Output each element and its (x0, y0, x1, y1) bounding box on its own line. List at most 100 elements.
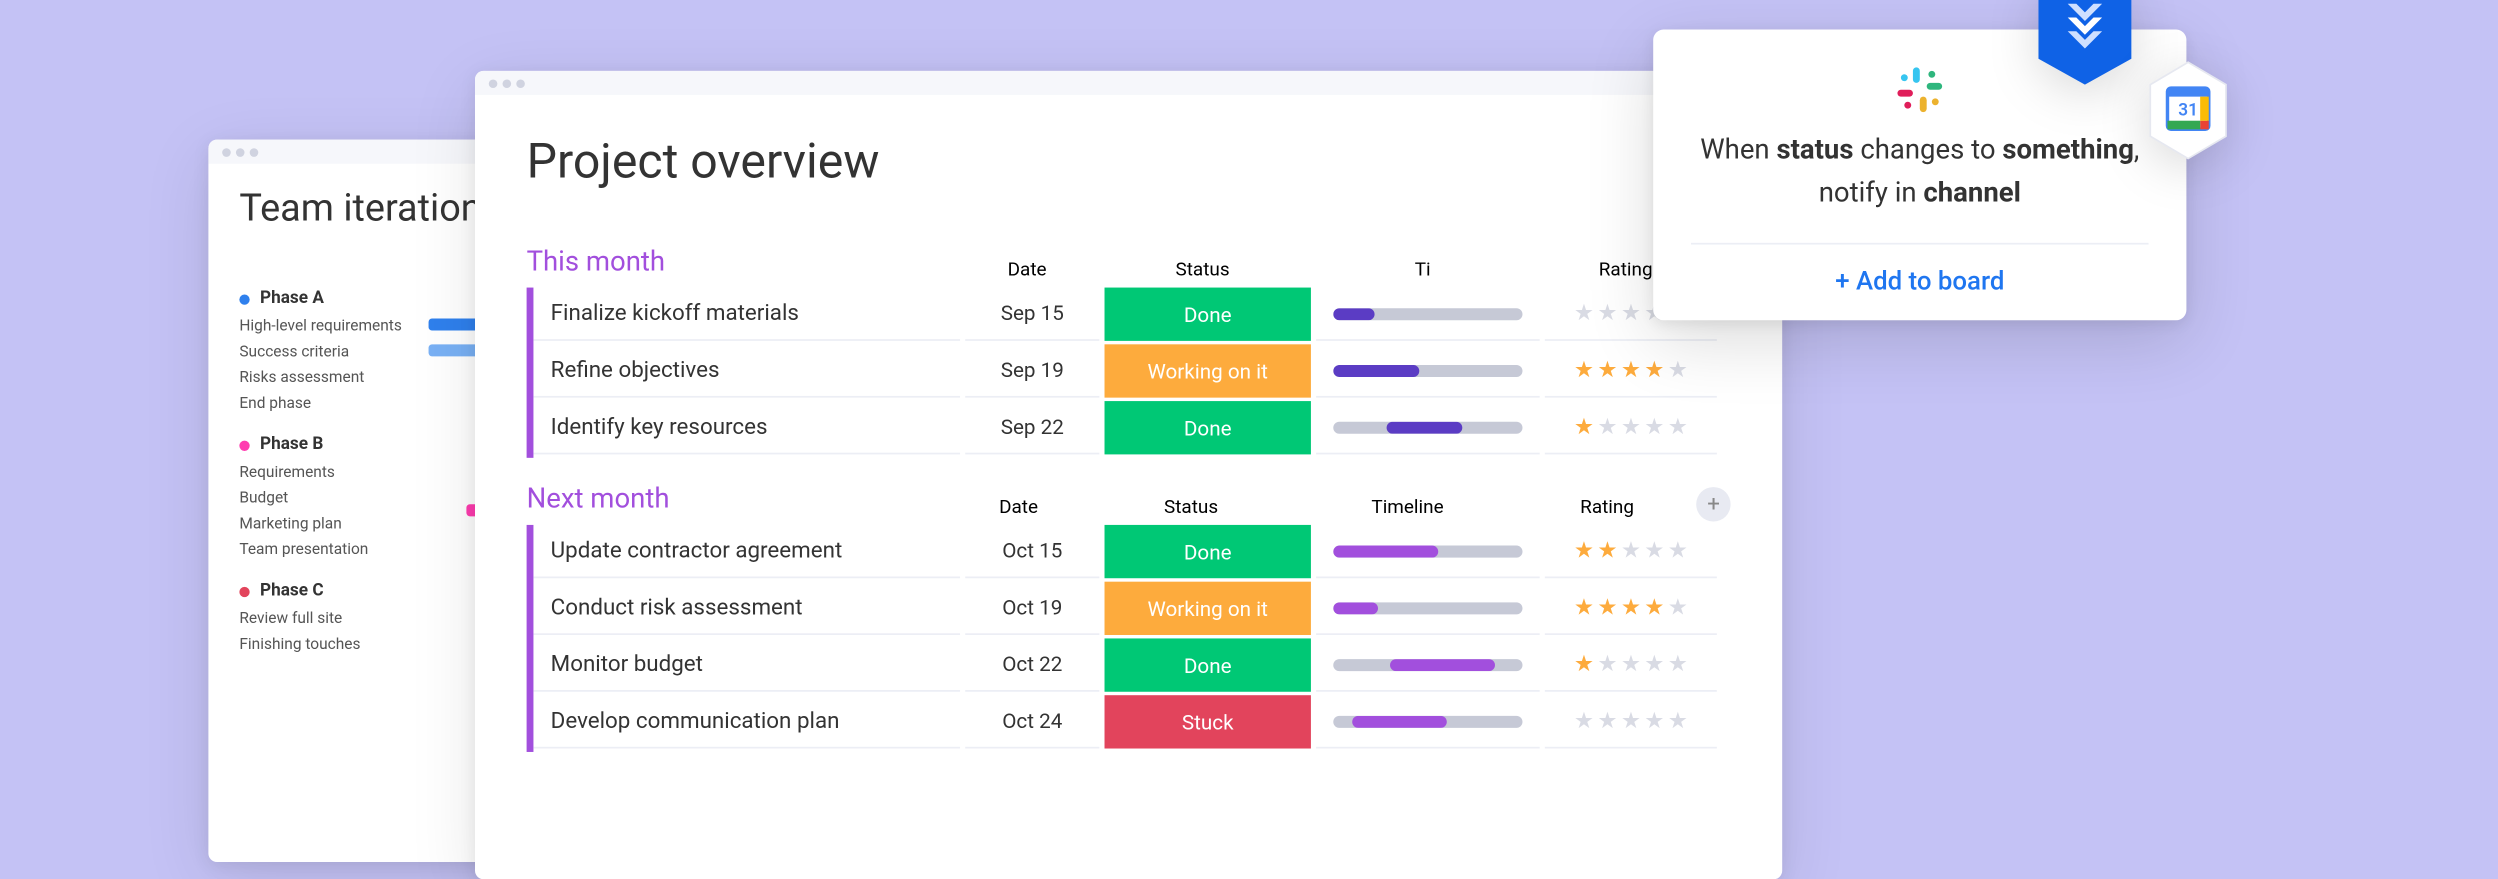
star-icon[interactable]: ★ (1621, 357, 1641, 383)
star-icon[interactable]: ★ (1597, 357, 1617, 383)
star-icon[interactable]: ★ (1644, 538, 1664, 564)
column-header-timeline[interactable]: Timeline (1298, 496, 1518, 525)
gantt-task-item[interactable]: Budget (239, 487, 428, 513)
timeline-cell[interactable] (1316, 638, 1540, 691)
column-header-status[interactable]: Status (1099, 258, 1305, 287)
star-icon[interactable]: ★ (1668, 651, 1688, 677)
star-icon[interactable]: ★ (1644, 595, 1664, 621)
gantt-task-item[interactable]: Risks assessment (239, 367, 428, 393)
star-icon[interactable]: ★ (1668, 595, 1688, 621)
timeline-cell[interactable] (1316, 525, 1540, 578)
gantt-phase-header[interactable]: Phase B (239, 435, 428, 454)
add-to-board-button[interactable]: + Add to board (1691, 242, 2149, 295)
task-name-cell[interactable]: Conduct risk assessment (533, 582, 960, 635)
status-cell[interactable]: Working on it (1105, 344, 1311, 397)
star-icon[interactable]: ★ (1644, 357, 1664, 383)
date-cell[interactable]: Oct 22 (965, 638, 1099, 691)
date-cell[interactable]: Oct 19 (965, 582, 1099, 635)
star-icon[interactable]: ★ (1597, 708, 1617, 734)
column-header-date[interactable]: Date (960, 258, 1094, 287)
gantt-task-item[interactable]: High-level requirements (239, 315, 428, 341)
status-cell[interactable]: Done (1105, 525, 1311, 578)
task-name-cell[interactable]: Monitor budget (533, 638, 960, 691)
add-column-button[interactable]: + (1697, 487, 1731, 521)
star-icon[interactable]: ★ (1597, 300, 1617, 326)
task-name-cell[interactable]: Refine objectives (533, 344, 960, 397)
star-icon[interactable]: ★ (1574, 357, 1594, 383)
date-cell[interactable]: Oct 15 (965, 525, 1099, 578)
column-header-date[interactable]: Date (953, 496, 1085, 525)
date-cell[interactable]: Sep 15 (965, 288, 1099, 341)
column-header-status[interactable]: Status (1090, 496, 1293, 525)
star-icon[interactable]: ★ (1574, 538, 1594, 564)
star-icon[interactable]: ★ (1574, 414, 1594, 440)
table-row[interactable]: Update contractor agreementOct 15Done★★★… (533, 525, 1730, 582)
task-name-cell[interactable]: Update contractor agreement (533, 525, 960, 578)
star-icon[interactable]: ★ (1668, 357, 1688, 383)
table-row[interactable]: Conduct risk assessmentOct 19Working on … (533, 582, 1730, 639)
star-icon[interactable]: ★ (1621, 538, 1641, 564)
star-icon[interactable]: ★ (1597, 595, 1617, 621)
rating-cell[interactable]: ★★★★★ (1545, 344, 1717, 397)
status-cell[interactable]: Done (1105, 401, 1311, 454)
gantt-task-item[interactable]: Success criteria (239, 341, 428, 367)
star-icon[interactable]: ★ (1621, 300, 1641, 326)
task-name-cell[interactable]: Finalize kickoff materials (533, 288, 960, 341)
timeline-cell[interactable] (1316, 695, 1540, 748)
timeline-cell[interactable] (1316, 401, 1540, 454)
date-cell[interactable]: Sep 22 (965, 401, 1099, 454)
star-icon[interactable]: ★ (1621, 595, 1641, 621)
star-icon[interactable]: ★ (1597, 538, 1617, 564)
gantt-task-item[interactable]: Marketing plan (239, 513, 428, 539)
date-cell[interactable]: Oct 24 (965, 695, 1099, 748)
gantt-task-item[interactable]: Requirements (239, 461, 428, 487)
star-icon[interactable]: ★ (1574, 708, 1594, 734)
star-icon[interactable]: ★ (1574, 651, 1594, 677)
table-row[interactable]: Monitor budgetOct 22Done★★★★★ (533, 638, 1730, 695)
star-icon[interactable]: ★ (1621, 708, 1641, 734)
table-row[interactable]: Finalize kickoff materialsSep 15Done★★★★… (533, 288, 1730, 345)
timeline-cell[interactable] (1316, 288, 1540, 341)
gantt-task-item[interactable]: Review full site (239, 607, 428, 633)
gantt-task-item[interactable]: Team presentation (239, 539, 428, 565)
task-name-cell[interactable]: Identify key resources (533, 401, 960, 454)
table-row[interactable]: Refine objectivesSep 19Working on it★★★★… (533, 344, 1730, 401)
column-header-rating[interactable]: Rating (1523, 496, 1692, 525)
status-cell[interactable]: Stuck (1105, 695, 1311, 748)
star-icon[interactable]: ★ (1621, 651, 1641, 677)
status-cell[interactable]: Done (1105, 288, 1311, 341)
star-icon[interactable]: ★ (1668, 414, 1688, 440)
table-row[interactable]: Develop communication planOct 24Stuck★★★… (533, 695, 1730, 752)
date-cell[interactable]: Sep 19 (965, 344, 1099, 397)
star-icon[interactable]: ★ (1644, 708, 1664, 734)
star-icon[interactable]: ★ (1597, 414, 1617, 440)
rating-cell[interactable]: ★★★★★ (1545, 582, 1717, 635)
gantt-phase-header[interactable]: Phase C (239, 582, 428, 601)
section-title[interactable]: This month (527, 245, 960, 278)
star-icon[interactable]: ★ (1644, 651, 1664, 677)
gantt-task-item[interactable]: End phase (239, 392, 428, 418)
star-icon[interactable]: ★ (1574, 300, 1594, 326)
star-icon[interactable]: ★ (1668, 708, 1688, 734)
star-icon[interactable]: ★ (1597, 651, 1617, 677)
status-cell[interactable]: Done (1105, 638, 1311, 691)
section-title[interactable]: Next month (527, 482, 953, 515)
rating-cell[interactable]: ★★★★★ (1545, 401, 1717, 454)
gantt-task-item[interactable]: Finishing touches (239, 633, 428, 659)
star-icon[interactable]: ★ (1574, 595, 1594, 621)
task-name-cell[interactable]: Develop communication plan (533, 695, 960, 748)
star-icon[interactable]: ★ (1668, 538, 1688, 564)
rating-cell[interactable]: ★★★★★ (1545, 638, 1717, 691)
gantt-phase-header[interactable]: Phase A (239, 289, 428, 308)
column-header-timeline[interactable]: Ti (1311, 258, 1535, 287)
timeline-cell[interactable] (1316, 582, 1540, 635)
star-icon[interactable]: ★ (1621, 414, 1641, 440)
table-row[interactable]: Identify key resourcesSep 22Done★★★★★ (533, 401, 1730, 458)
rating-cell[interactable]: ★★★★★ (1545, 525, 1717, 578)
google-calendar-integration-badge[interactable]: 31 (2143, 59, 2232, 162)
star-icon[interactable]: ★ (1644, 414, 1664, 440)
rating-cell[interactable]: ★★★★★ (1545, 695, 1717, 748)
jira-integration-badge[interactable] (2032, 0, 2139, 88)
status-cell[interactable]: Working on it (1105, 582, 1311, 635)
timeline-cell[interactable] (1316, 344, 1540, 397)
